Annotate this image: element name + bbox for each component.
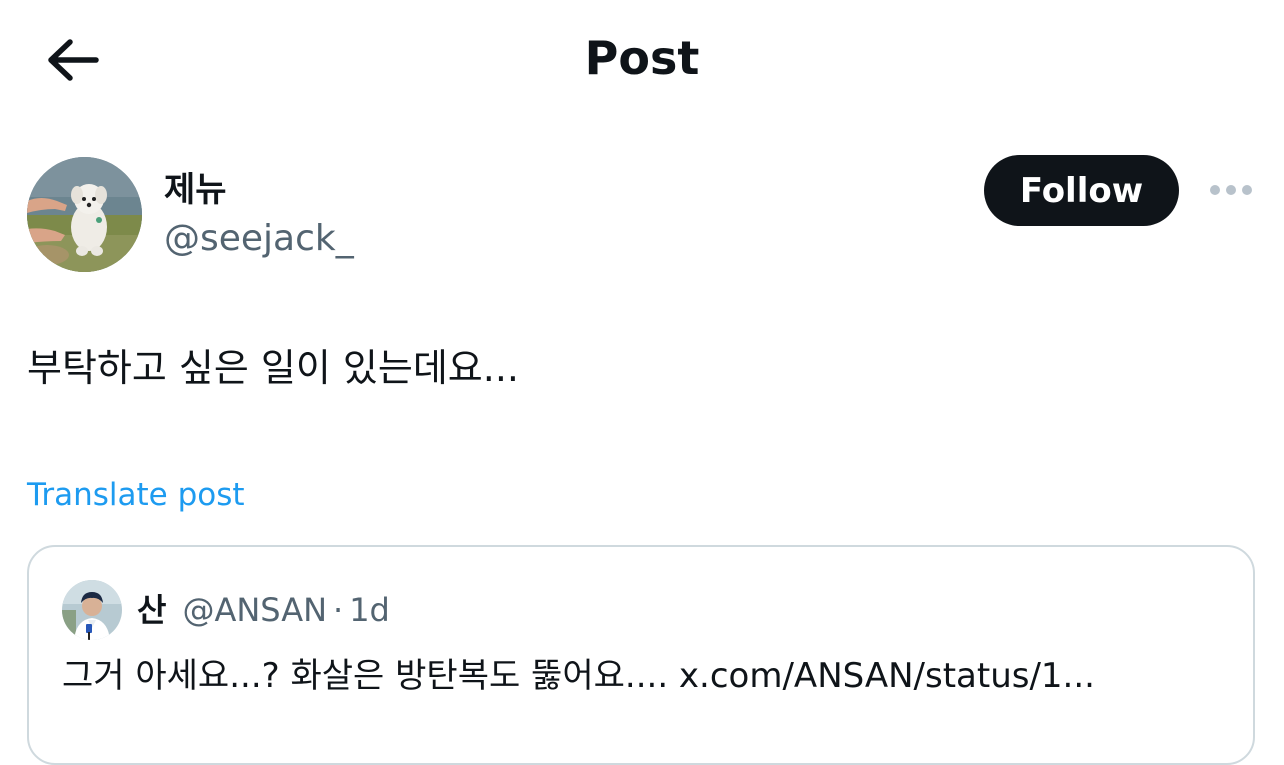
author-avatar[interactable] bbox=[27, 157, 142, 272]
more-horizontal-icon bbox=[1210, 185, 1252, 195]
dog-photo-avatar bbox=[27, 157, 142, 272]
author-display-name[interactable]: 제뉴 bbox=[164, 168, 227, 212]
dot-separator: · bbox=[333, 591, 344, 629]
quoted-post-timestamp: 1d bbox=[349, 591, 390, 629]
page-title: Post bbox=[584, 31, 700, 85]
more-options-button[interactable] bbox=[1203, 172, 1259, 208]
translate-post-link[interactable]: Translate post bbox=[27, 474, 245, 516]
quoted-author-handle: @ANSAN bbox=[182, 591, 328, 629]
quoted-post-card[interactable]: 산 @ANSAN · 1d 그거 아세요...? 화살은 방탄복도 뚫어요...… bbox=[27, 545, 1255, 765]
quoted-post-text: 그거 아세요...? 화살은 방탄복도 뚫어요.... x.com/ANSAN/… bbox=[62, 656, 1095, 696]
quoted-author-name: 산 bbox=[137, 591, 167, 629]
follow-button[interactable]: Follow bbox=[984, 155, 1179, 226]
author-handle[interactable]: @seejack_ bbox=[164, 216, 354, 262]
top-bar: Post bbox=[0, 0, 1284, 120]
quoted-post-header: 산 @ANSAN · 1d bbox=[137, 585, 390, 631]
post-author: 제뉴 @seejack_ Follow bbox=[0, 150, 1284, 280]
quoted-author-avatar bbox=[62, 580, 122, 640]
post-text: 부탁하고 싶은 일이 있는데요... bbox=[27, 346, 519, 390]
reporter-photo-avatar bbox=[62, 580, 122, 640]
